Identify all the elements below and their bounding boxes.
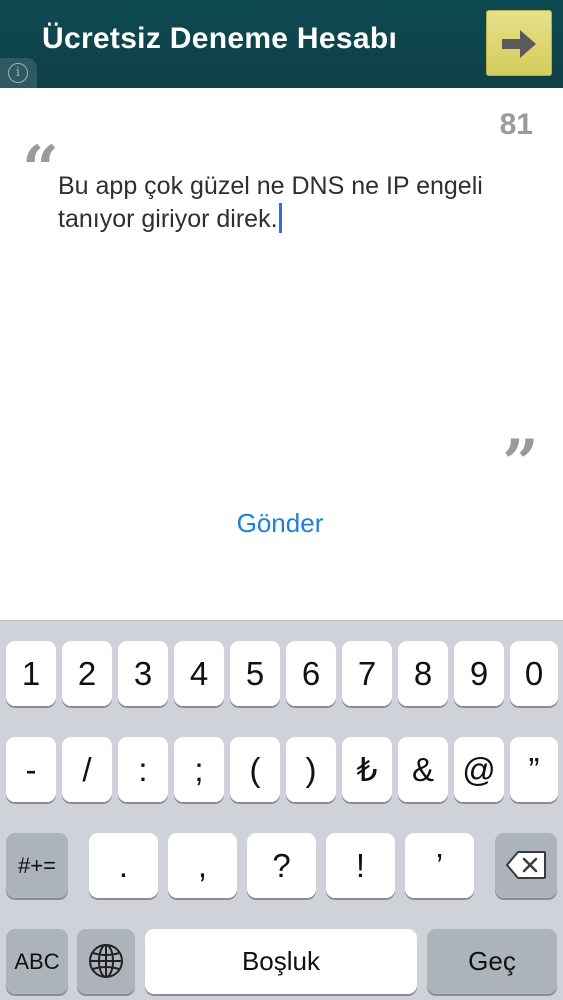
key[interactable]: , — [168, 833, 237, 898]
key[interactable]: ! — [326, 833, 395, 898]
character-counter: 81 — [499, 108, 533, 141]
arrow-right-icon — [502, 30, 536, 58]
key[interactable]: : — [118, 737, 168, 802]
key[interactable]: ” — [510, 737, 558, 802]
key[interactable]: ₺ — [342, 737, 392, 802]
key[interactable]: - — [6, 737, 56, 802]
globe-key[interactable] — [77, 929, 135, 994]
text-cursor — [278, 203, 282, 233]
key[interactable]: 7 — [342, 641, 392, 706]
backspace-icon — [506, 851, 546, 879]
key[interactable]: 4 — [174, 641, 224, 706]
next-button[interactable] — [486, 10, 552, 76]
key[interactable]: ’ — [405, 833, 474, 898]
abc-key[interactable]: ABC — [6, 929, 68, 994]
page-title: Ücretsiz Deneme Hesabı — [42, 22, 398, 55]
info-button[interactable]: i — [0, 58, 37, 88]
key[interactable]: ? — [247, 833, 316, 898]
key[interactable]: 8 — [398, 641, 448, 706]
message-text: Bu app çok güzel ne DNS ne IP engeli tan… — [58, 172, 483, 233]
key[interactable]: ( — [230, 737, 280, 802]
send-button[interactable]: Gönder — [0, 508, 560, 539]
message-text-area[interactable]: Bu app çok güzel ne DNS ne IP engeli tan… — [58, 170, 508, 236]
key[interactable]: 2 — [62, 641, 112, 706]
key[interactable]: / — [62, 737, 112, 802]
key[interactable]: @ — [454, 737, 504, 802]
key[interactable]: 1 — [6, 641, 56, 706]
globe-icon — [89, 944, 123, 978]
key[interactable]: ) — [286, 737, 336, 802]
key[interactable]: & — [398, 737, 448, 802]
keyboard: 1 2 3 4 5 6 7 8 9 0 - / : ; ( ) ₺ & @ ” … — [0, 620, 563, 1000]
key[interactable]: 9 — [454, 641, 504, 706]
symbols-toggle-key[interactable]: #+= — [6, 833, 68, 898]
key[interactable]: 5 — [230, 641, 280, 706]
key[interactable]: ; — [174, 737, 224, 802]
close-quote-mark: ” — [502, 426, 539, 501]
nav-bar: Ücretsiz Deneme Hesabı i — [0, 0, 563, 88]
return-key[interactable]: Geç — [427, 929, 557, 994]
info-icon: i — [8, 63, 28, 83]
backspace-key[interactable] — [495, 833, 557, 898]
key[interactable]: . — [89, 833, 158, 898]
key[interactable]: 6 — [286, 641, 336, 706]
key[interactable]: 3 — [118, 641, 168, 706]
open-quote-mark: “ — [22, 132, 59, 207]
space-key[interactable]: Boşluk — [145, 929, 417, 994]
key[interactable]: 0 — [510, 641, 558, 706]
